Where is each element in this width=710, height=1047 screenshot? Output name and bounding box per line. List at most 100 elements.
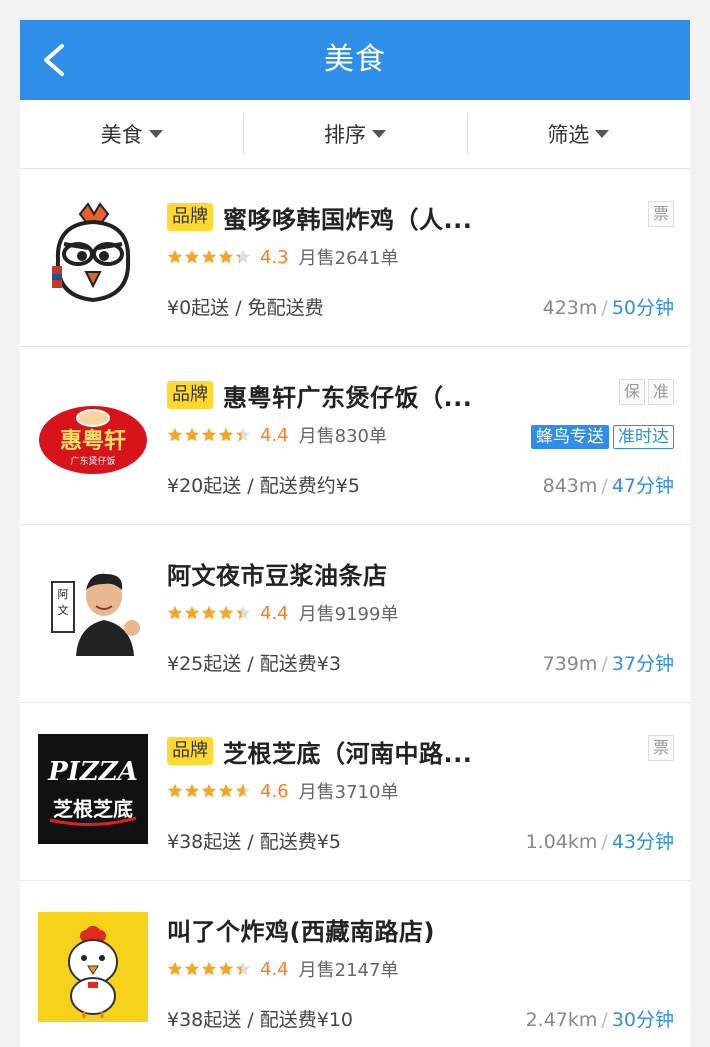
shop-tags: 票 (648, 201, 674, 227)
shop-name: 叫了个炸鸡(西藏南路店) (167, 917, 435, 946)
brand-badge: 品牌 (167, 381, 213, 409)
shop-name: 阿文夜市豆浆油条店 (167, 561, 388, 590)
delivery-time: 37分钟 (611, 653, 674, 675)
distance-time: 1.04km/43分钟 (526, 827, 674, 854)
star-rating (167, 427, 252, 443)
star-icon (235, 961, 251, 976)
delivery-time: 43分钟 (611, 831, 674, 853)
delivery-time: 30分钟 (611, 1009, 674, 1031)
logo-text: 惠粤轩 (60, 428, 126, 454)
star-icon (235, 427, 251, 442)
filter-screen-label: 筛选 (547, 123, 590, 147)
delivery-time: 50分钟 (611, 297, 674, 319)
delivery-price: ¥0起送 / 免配送费 (167, 297, 324, 319)
logo-text-1: 阿 (58, 588, 69, 601)
star-icon (201, 605, 217, 620)
star-icon (167, 783, 183, 798)
star-icon (167, 605, 183, 620)
distance: 843m (542, 475, 598, 497)
caret-down-icon (595, 130, 610, 138)
rating-row: 4.6 月售3710单 (167, 779, 398, 803)
star-icon (201, 249, 217, 264)
shop-list-item[interactable]: 阿 文 阿文夜市豆浆油条店 4.4 月售9199单 ¥25起送 / 配送费¥3 … (20, 525, 690, 703)
separator: / (601, 297, 608, 319)
star-icon (184, 605, 200, 620)
rating-value: 4.4 (260, 602, 289, 624)
logo-text-2: 文 (58, 603, 69, 617)
distance: 739m (542, 653, 598, 675)
rating-row: 4.4 月售9199单 (167, 601, 398, 625)
caret-down-icon (148, 130, 163, 138)
invoice-tag: 票 (648, 201, 674, 227)
filter-sort[interactable]: 排序 (243, 100, 466, 168)
logo-text: PIZZA (47, 757, 138, 787)
delivery-price: ¥25起送 / 配送费¥3 (167, 653, 341, 675)
distance-time: 2.47km/30分钟 (526, 1005, 674, 1032)
guarantee-tag: 保 (619, 379, 645, 405)
filter-screen[interactable]: 筛选 (466, 100, 690, 168)
shop-list-item[interactable]: 惠粤轩 广东煲仔饭 品牌 惠粤轩广东煲仔饭（... 保 准 4.4 月售830单… (20, 347, 690, 525)
rating-value: 4.4 (260, 958, 289, 980)
shop-list-item[interactable]: 品牌 蜜哆哆韩国炸鸡（人... 票 4.3 月售2641单 ¥0起送 / 免配送… (20, 169, 690, 347)
shop-title-row: 叫了个炸鸡(西藏南路店) (167, 911, 674, 947)
on-time-tag: 准时达 (613, 425, 674, 449)
distance-time: 739m/37分钟 (543, 649, 674, 676)
fengniao-delivery-tag: 蜂鸟专送 (531, 425, 609, 449)
star-rating (167, 249, 252, 265)
distance: 2.47km (525, 1009, 598, 1031)
star-icon (218, 249, 234, 264)
shop-tags: 票 (648, 735, 674, 761)
huiyuexuan-logo: 惠粤轩 广东煲仔饭 (38, 378, 148, 488)
star-icon (235, 249, 251, 264)
back-button[interactable] (34, 38, 78, 82)
star-icon (201, 783, 217, 798)
delivery-price: ¥38起送 / 配送费¥10 (167, 1009, 354, 1031)
distance: 423m (542, 297, 598, 319)
star-rating (167, 961, 252, 977)
shop-title-row: 品牌 芝根芝底（河南中路... (167, 733, 674, 769)
shop-list-item[interactable]: 叫了个炸鸡(西藏南路店) 4.4 月售2147单 ¥38起送 / 配送费¥10 … (20, 881, 690, 1047)
filter-bar: 美食 排序 筛选 (20, 100, 690, 169)
monthly-sales: 月售2147单 (298, 960, 399, 981)
shop-title-row: 品牌 蜜哆哆韩国炸鸡（人... (167, 199, 674, 235)
star-icon (235, 783, 251, 798)
star-icon (218, 605, 234, 620)
star-icon (201, 427, 217, 442)
separator: / (601, 831, 608, 853)
star-icon (184, 961, 200, 976)
monthly-sales: 月售9199单 (298, 604, 399, 625)
rating-value: 4.4 (260, 424, 289, 446)
star-icon (218, 427, 234, 442)
star-icon (201, 961, 217, 976)
star-icon (184, 427, 200, 442)
logo-subtext: 芝根芝底 (53, 797, 133, 821)
star-icon (235, 605, 251, 620)
awen-portrait-logo: 阿 文 (38, 556, 148, 666)
invoice-tag: 票 (648, 735, 674, 761)
star-icon (218, 783, 234, 798)
separator: / (601, 1009, 608, 1031)
shop-name: 芝根芝底（河南中路... (223, 739, 473, 768)
star-icon (167, 249, 183, 264)
brand-badge: 品牌 (167, 737, 213, 765)
shop-logo: PIZZA 芝根芝底 (38, 734, 148, 844)
shop-title-row: 阿文夜市豆浆油条店 (167, 555, 674, 591)
delivery-price: ¥20起送 / 配送费约¥5 (167, 475, 360, 497)
shop-logo (38, 912, 148, 1022)
chevron-left-icon (44, 44, 64, 76)
chicken-cartoon-logo (38, 200, 148, 310)
separator: / (601, 653, 608, 675)
logo-subtext: 广东煲仔饭 (70, 455, 115, 467)
distance-time: 423m/50分钟 (543, 293, 674, 320)
star-icon (218, 961, 234, 976)
delivery-time: 47分钟 (611, 475, 674, 497)
app-frame: 美食 美食 排序 筛选 品牌 蜜哆哆韩国炸鸡（人... 票 4.3 月售2641… (20, 20, 690, 1047)
shop-name: 蜜哆哆韩国炸鸡（人... (223, 205, 473, 234)
star-icon (184, 249, 200, 264)
monthly-sales: 月售830单 (298, 426, 387, 447)
shop-name: 惠粤轩广东煲仔饭（... (223, 383, 473, 412)
shop-logo: 惠粤轩 广东煲仔饭 (38, 378, 148, 488)
page-title: 美食 (324, 42, 386, 77)
filter-category[interactable]: 美食 (20, 100, 243, 168)
shop-list-item[interactable]: PIZZA 芝根芝底 品牌 芝根芝底（河南中路... 票 4.6 月售3710单… (20, 703, 690, 881)
